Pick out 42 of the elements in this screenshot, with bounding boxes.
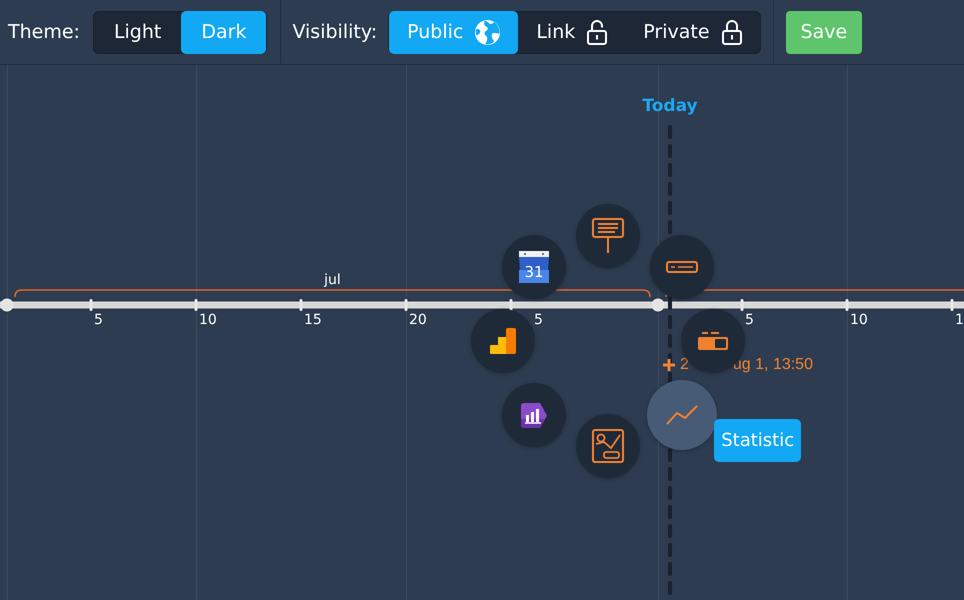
theme-option[interactable]: Light: [94, 10, 182, 54]
visibility-label: Visibility:: [292, 21, 378, 43]
tick-label: 5: [94, 312, 103, 328]
tag-chart-icon: [520, 402, 548, 429]
date-label: 2: [680, 356, 689, 374]
tick-mark: [846, 299, 848, 311]
tick-mark: [950, 299, 954, 311]
tick-label: 10: [199, 312, 217, 328]
unlocked-padlock-icon: [587, 19, 608, 45]
visibility-option[interactable]: Public: [389, 10, 518, 54]
tick-label: 1: [955, 312, 964, 328]
visibility-option[interactable]: Private: [625, 10, 760, 54]
tick-label: 10: [850, 312, 868, 328]
globe-icon: [475, 20, 500, 44]
visibility-option[interactable]: Link: [518, 10, 626, 54]
tooltip: Statistic: [714, 419, 802, 462]
tick-mark: [404, 299, 408, 311]
progress-bar-icon: [697, 332, 729, 350]
chart-card-icon: [592, 429, 624, 463]
bar-chart-icon: [489, 327, 517, 355]
save-button[interactable]: Save: [786, 10, 862, 54]
text-field-icon: [666, 260, 698, 273]
tick-label: 15: [304, 312, 322, 328]
radial-menu-item[interactable]: 31: [502, 234, 566, 299]
theme-option[interactable]: Dark: [181, 10, 266, 54]
tick-label: 5: [745, 312, 754, 328]
month-marker: [652, 298, 664, 312]
tick-mark: [194, 299, 198, 311]
tick-mark: [300, 299, 302, 311]
line-chart-icon: [666, 405, 698, 426]
month-label: jul: [324, 272, 341, 288]
theme-label: Theme:: [8, 21, 80, 43]
signboard-icon: [592, 218, 624, 254]
today-label: Today: [642, 96, 698, 116]
tick-label: 5: [534, 312, 543, 328]
padlock-icon: [722, 19, 742, 45]
plus-icon: [663, 359, 675, 371]
tick-label: 20: [409, 312, 427, 328]
tick-mark: [90, 299, 92, 311]
tick-mark: [510, 299, 512, 311]
tick-mark: [740, 299, 744, 311]
month-marker: [0, 298, 14, 312]
